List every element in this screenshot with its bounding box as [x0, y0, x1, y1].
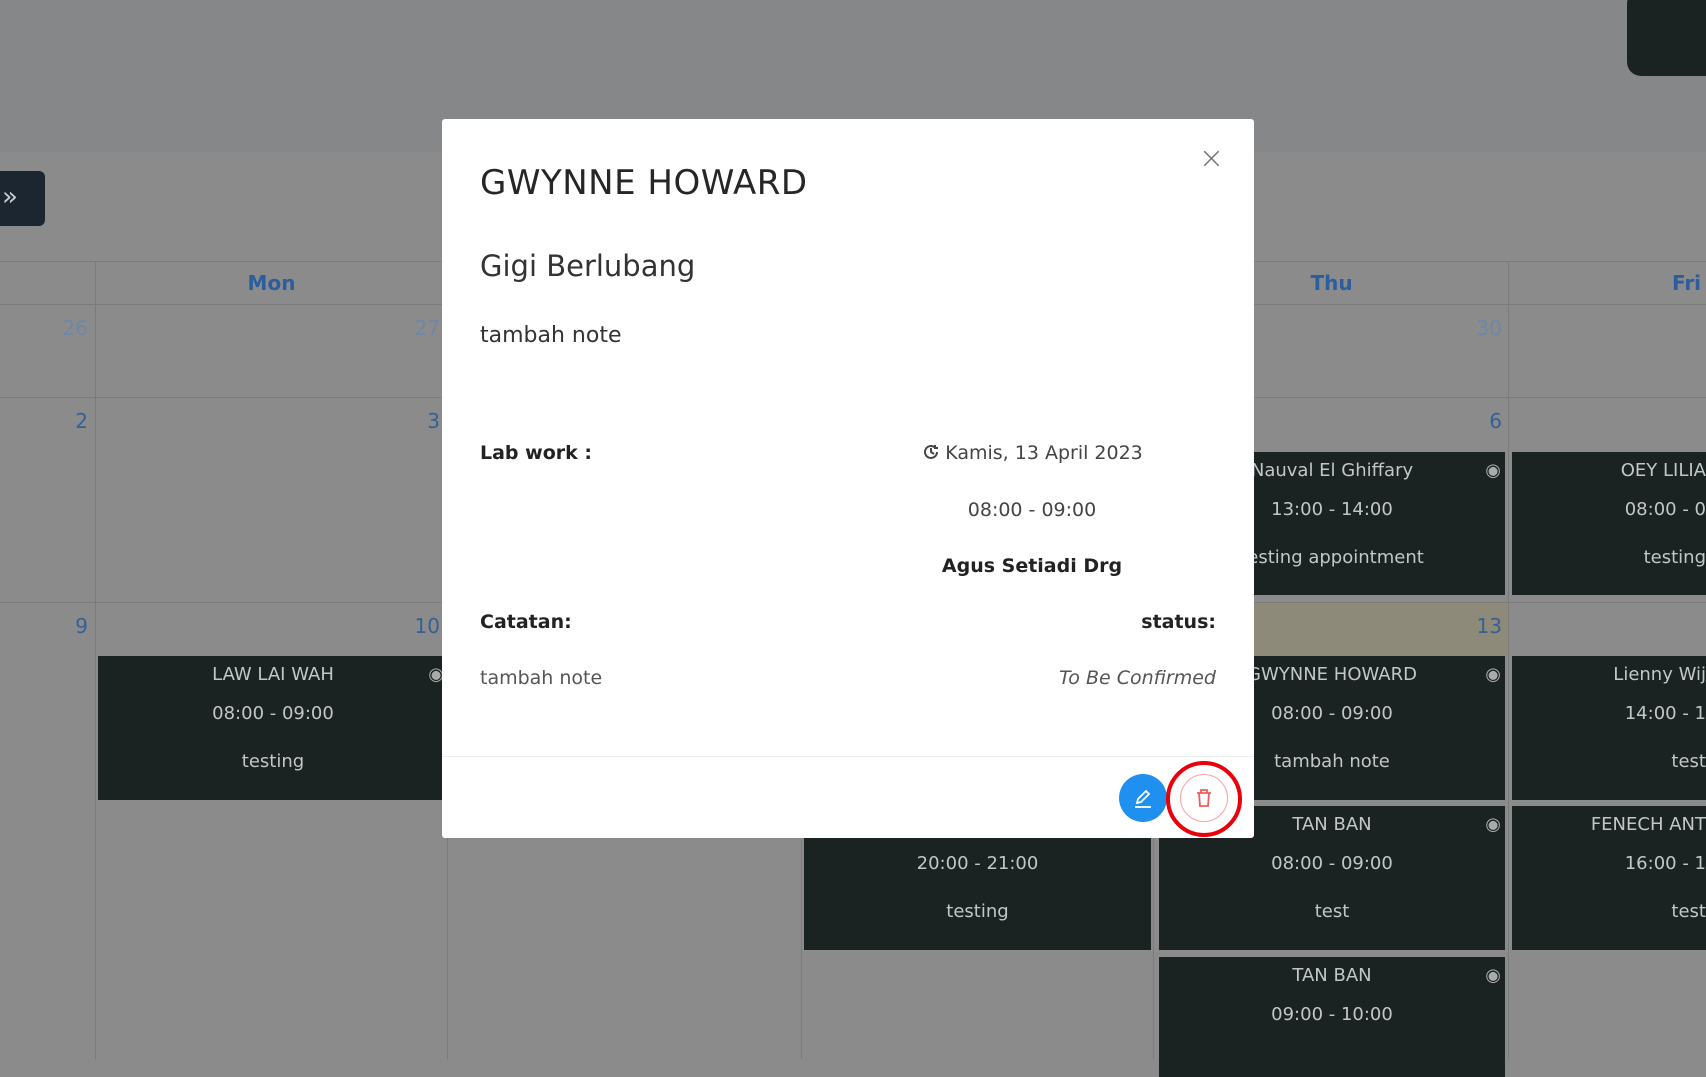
appointment-time: 08:00 - 09:00 [967, 499, 1097, 521]
treatment-title: Gigi Berlubang [480, 249, 696, 283]
header-user-panel[interactable] [1627, 0, 1706, 76]
event-time: 14:00 - 1 [1624, 703, 1706, 724]
event-note: test [1314, 901, 1350, 922]
catatan-value: tambah note [480, 667, 603, 689]
event-title: FENECH ANT [1590, 814, 1706, 835]
pencil-icon [1135, 789, 1151, 808]
patient-name: GWYNNE HOWARD [480, 163, 808, 203]
divider [95, 261, 96, 1059]
event-note: testing [241, 751, 305, 772]
day-number[interactable]: 13 [1462, 614, 1502, 638]
event-time: 20:00 - 21:00 [916, 853, 1039, 874]
event-time: 08:00 - 0 [1624, 499, 1706, 520]
day-number[interactable]: 2 [48, 409, 88, 433]
catatan-label: Catatan: [480, 611, 572, 633]
appointment-note: tambah note [480, 323, 622, 348]
day-header-mon: Mon [247, 271, 296, 295]
event-card[interactable]: TAN BAN 09:00 - 10:00 ◉ [1159, 957, 1505, 1077]
close-icon[interactable]: × [1199, 141, 1224, 176]
double-chevron-right-icon: » [2, 182, 18, 212]
event-card[interactable]: Lienny Wij 14:00 - 1 test [1512, 656, 1706, 800]
appointment-date: Kamis, 13 April 2023 [912, 442, 1152, 464]
event-note: test [1671, 751, 1706, 772]
event-note: test [1671, 901, 1706, 922]
event-title: TAN BAN [1292, 965, 1372, 986]
day-number[interactable]: 30 [1462, 316, 1502, 340]
lab-work-label: Lab work : [480, 442, 592, 464]
day-number[interactable]: 6 [1462, 409, 1502, 433]
event-title: OEY LILIA [1620, 460, 1706, 481]
event-time: 08:00 - 09:00 [1271, 853, 1393, 874]
eye-icon[interactable]: ◉ [1485, 965, 1501, 986]
event-time: 16:00 - 1 [1624, 853, 1706, 874]
eye-icon[interactable]: ◉ [1485, 664, 1501, 685]
day-header-fri: Fri [1671, 271, 1702, 295]
event-note: testing [1643, 547, 1706, 568]
day-number[interactable]: 10 [400, 614, 440, 638]
clock-icon [924, 444, 939, 459]
eye-icon[interactable]: ◉ [1485, 814, 1501, 835]
divider [1508, 261, 1509, 1059]
day-number[interactable]: 26 [48, 316, 88, 340]
event-note: testing [946, 901, 1009, 922]
sidebar-toggle-button[interactable]: » [0, 171, 45, 226]
event-card[interactable]: OEY LILIA 08:00 - 0 testing [1512, 452, 1706, 595]
event-title: Lienny Wij [1613, 664, 1706, 685]
appointment-detail-modal: × GWYNNE HOWARD Gigi Berlubang tambah no… [442, 119, 1254, 838]
status-value: To Be Confirmed [1059, 667, 1216, 689]
day-number[interactable]: 27 [400, 316, 440, 340]
event-time: 09:00 - 10:00 [1271, 1004, 1393, 1025]
doctor-name: Agus Setiadi Drg [941, 555, 1123, 577]
eye-icon[interactable]: ◉ [1485, 460, 1501, 481]
delete-highlight-annotation [1166, 761, 1242, 837]
day-number[interactable]: 3 [400, 409, 440, 433]
status-label: status: [1141, 611, 1216, 633]
event-time: 08:00 - 09:00 [212, 703, 334, 724]
event-card[interactable]: FENECH ANT 16:00 - 1 test [1512, 806, 1706, 950]
date-text: Kamis, 13 April 2023 [945, 442, 1143, 464]
event-card[interactable]: LAW LAI WAH 08:00 - 09:00 testing ◉ [98, 656, 448, 800]
day-number[interactable]: 9 [48, 614, 88, 638]
edit-button[interactable] [1119, 774, 1167, 822]
footer-divider [442, 756, 1254, 757]
event-title: LAW LAI WAH [212, 664, 334, 685]
